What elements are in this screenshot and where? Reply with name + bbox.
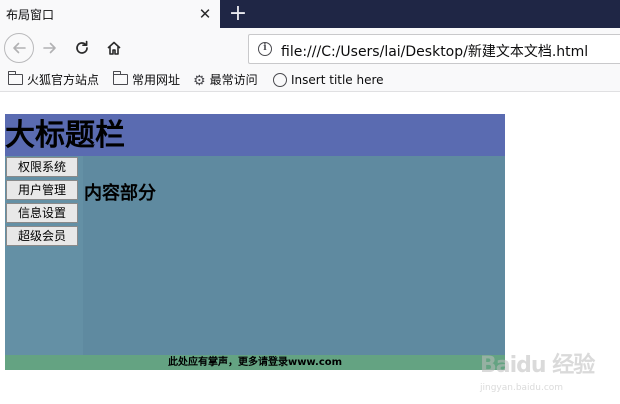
watermark-url: jingyan.baidu.com bbox=[480, 383, 564, 393]
sidebar-button-permissions[interactable]: 权限系统 bbox=[6, 157, 78, 177]
home-icon[interactable] bbox=[102, 36, 126, 60]
header-title: 大标题栏 bbox=[5, 118, 125, 153]
folder-icon bbox=[8, 71, 23, 85]
sidebar: 权限系统 用户管理 信息设置 超级会员 bbox=[5, 156, 83, 355]
footer-text: 此处应有掌声，更多请登录www.com bbox=[167, 357, 343, 368]
back-arrow-icon[interactable] bbox=[4, 33, 34, 63]
main-title: 内容部分 bbox=[84, 183, 156, 204]
forward-arrow-icon[interactable] bbox=[38, 36, 62, 60]
sidebar-button-vip[interactable]: 超级会员 bbox=[6, 226, 78, 246]
globe-icon bbox=[273, 72, 287, 87]
bookmarks-bar: 火狐官方站点 常用网址 ⚙ 最常访问 Insert title here bbox=[0, 68, 620, 92]
layout-page: 大标题栏 权限系统 用户管理 信息设置 超级会员 内容部分 此处应有掌声，更多请… bbox=[5, 114, 505, 370]
gear-icon: ⚙ bbox=[193, 72, 206, 89]
tab-close-icon[interactable]: ✕ bbox=[196, 4, 214, 24]
watermark-logo: Baidu 经验 bbox=[480, 353, 595, 378]
tab-bar: 布局窗口 ✕ + bbox=[0, 0, 620, 28]
info-icon[interactable]: i bbox=[258, 42, 272, 56]
bookmark-item[interactable]: Insert title here bbox=[273, 71, 384, 89]
new-tab-icon[interactable]: + bbox=[226, 2, 250, 26]
bookmark-label: 火狐官方站点 bbox=[27, 73, 100, 87]
sidebar-button-users[interactable]: 用户管理 bbox=[6, 180, 78, 200]
sidebar-button-settings[interactable]: 信息设置 bbox=[6, 203, 78, 223]
bookmark-label: 最常访问 bbox=[209, 73, 258, 87]
reload-icon[interactable] bbox=[70, 36, 94, 60]
bookmark-item[interactable]: ⚙ 最常访问 bbox=[193, 71, 258, 89]
nav-bar: i file:///C:/Users/lai/Desktop/新建文本文档.ht… bbox=[0, 28, 620, 68]
footer-bar: 此处应有掌声，更多请登录www.com bbox=[5, 355, 505, 370]
bookmark-item[interactable]: 常用网址 bbox=[113, 71, 180, 89]
bookmark-label: 常用网址 bbox=[132, 73, 181, 87]
bookmark-item[interactable]: 火狐官方站点 bbox=[8, 71, 99, 89]
folder-icon bbox=[113, 71, 128, 85]
header-bar: 大标题栏 bbox=[5, 114, 505, 156]
url-text[interactable]: file:///C:/Users/lai/Desktop/新建文本文档.html bbox=[281, 41, 588, 61]
url-bar[interactable]: i file:///C:/Users/lai/Desktop/新建文本文档.ht… bbox=[248, 34, 620, 64]
watermark: Baidu 经验 jingyan.baidu.com bbox=[478, 347, 618, 401]
main-content: 内容部分 bbox=[83, 156, 505, 355]
tab-title: 布局窗口 bbox=[6, 8, 55, 22]
tab-active[interactable]: 布局窗口 ✕ bbox=[0, 0, 220, 28]
bookmark-label: Insert title here bbox=[291, 73, 384, 87]
